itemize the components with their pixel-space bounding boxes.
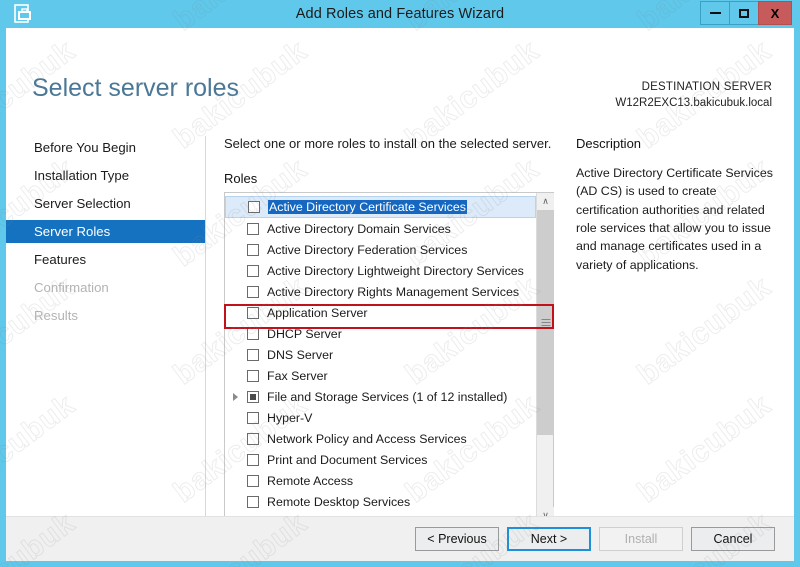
sidebar-item-before-you-begin[interactable]: Before You Begin — [6, 136, 205, 159]
role-checkbox[interactable] — [247, 495, 259, 508]
role-label: Application Server — [267, 305, 368, 320]
sidebar-item-server-roles[interactable]: Server Roles — [6, 220, 205, 243]
roles-list-label: Roles — [224, 171, 258, 186]
role-row[interactable]: Active Directory Lightweight Directory S… — [225, 260, 536, 281]
role-checkbox[interactable] — [247, 222, 259, 235]
destination-server-name: W12R2EXC13.bakicubuk.local — [615, 96, 772, 109]
role-row[interactable]: Print and Document Services — [225, 449, 536, 470]
role-row[interactable]: Hyper-V — [225, 407, 536, 428]
role-row[interactable]: DNS Server — [225, 344, 536, 365]
sidebar-item-confirmation: Confirmation — [34, 280, 109, 295]
role-checkbox[interactable] — [247, 285, 259, 298]
description-panel: Description Active Directory Certificate… — [576, 136, 781, 274]
role-label: Hyper-V — [267, 410, 313, 425]
role-label: Remote Desktop Services — [267, 494, 411, 509]
role-label: Remote Access — [267, 473, 354, 488]
destination-server-block: DESTINATION SERVER W12R2EXC13.bakicubuk.… — [615, 80, 772, 111]
role-checkbox[interactable] — [247, 327, 259, 340]
role-checkbox[interactable] — [247, 243, 259, 256]
role-checkbox[interactable] — [247, 348, 259, 361]
role-label: Active Directory Lightweight Directory S… — [267, 263, 524, 278]
role-label: DNS Server — [267, 347, 334, 362]
role-checkbox[interactable] — [247, 369, 259, 382]
wizard-briefcase-icon — [12, 3, 34, 25]
roles-list-scrollbar[interactable]: ∧ ∨ — [536, 193, 554, 524]
role-row[interactable]: Active Directory Domain Services — [225, 218, 536, 239]
role-label: Network Policy and Access Services — [267, 431, 467, 446]
role-checkbox[interactable] — [247, 264, 259, 277]
role-checkbox[interactable] — [247, 306, 259, 319]
install-button: Install — [599, 527, 683, 551]
cancel-button[interactable]: Cancel — [691, 527, 775, 551]
wizard-body: Select server roles DESTINATION SERVER W… — [6, 28, 794, 561]
roles-list-container: Active Directory Certificate Services Act… — [224, 192, 554, 525]
expand-triangle-icon[interactable] — [233, 392, 238, 401]
role-row[interactable]: DHCP Server — [225, 323, 536, 344]
window-controls: X — [700, 1, 792, 25]
wizard-steps-nav: Before You Begin Installation Type Serve… — [6, 136, 206, 528]
role-label: Active Directory Rights Management Servi… — [267, 284, 520, 299]
wizard-window: Add Roles and Features Wizard X Select s… — [0, 0, 800, 567]
description-text: Active Directory Certificate Services (A… — [576, 166, 773, 272]
sidebar-item-features[interactable]: Features — [6, 248, 205, 271]
window-title: Add Roles and Features Wizard — [295, 6, 505, 22]
minimize-button[interactable] — [700, 1, 730, 25]
main-content: Select one or more roles to install on t… — [224, 136, 558, 525]
role-row[interactable]: Fax Server — [225, 365, 536, 386]
previous-button[interactable]: < Previous — [415, 527, 499, 551]
role-checkbox[interactable] — [247, 411, 259, 424]
page-title: Select server roles — [32, 74, 240, 102]
minimize-icon — [709, 12, 721, 14]
instruction-text: Select one or more roles to install on t… — [224, 136, 552, 151]
role-row[interactable]: File and Storage Services (1 of 12 insta… — [225, 386, 536, 407]
scrollbar-thumb[interactable] — [537, 210, 554, 435]
role-row[interactable]: Application Server — [225, 302, 536, 323]
title-bar: Add Roles and Features Wizard X — [6, 0, 794, 28]
description-title: Description — [576, 136, 642, 151]
role-row[interactable]: Active Directory Federation Services — [225, 239, 536, 260]
role-row[interactable]: Active Directory Rights Management Servi… — [225, 281, 536, 302]
maximize-button[interactable] — [729, 1, 759, 25]
role-checkbox[interactable] — [247, 453, 259, 466]
role-label: File and Storage Services (1 of 12 insta… — [267, 389, 508, 404]
close-button[interactable]: X — [758, 1, 792, 25]
role-label: Print and Document Services — [267, 452, 428, 467]
wizard-footer: < Previous Next > Install Cancel — [6, 516, 794, 561]
sidebar-item-results: Results — [34, 308, 78, 323]
next-button[interactable]: Next > — [507, 527, 591, 551]
sidebar-item-installation-type[interactable]: Installation Type — [6, 164, 205, 187]
role-label: Active Directory Federation Services — [267, 242, 468, 257]
role-checkbox[interactable] — [247, 390, 259, 403]
destination-server-label: DESTINATION SERVER — [641, 81, 772, 93]
role-row[interactable]: Remote Access — [225, 470, 536, 491]
scroll-up-button[interactable]: ∧ — [537, 193, 554, 210]
role-row[interactable]: Active Directory Certificate Services — [225, 196, 536, 218]
role-label: Active Directory Certificate Services — [268, 200, 467, 214]
page-header: Select server roles DESTINATION SERVER W… — [6, 28, 794, 109]
role-label: DHCP Server — [267, 326, 342, 341]
sidebar-item-server-selection[interactable]: Server Selection — [6, 192, 205, 215]
role-row[interactable]: Network Policy and Access Services — [225, 428, 536, 449]
roles-list[interactable]: Active Directory Certificate Services Act… — [225, 193, 536, 524]
role-checkbox[interactable] — [247, 474, 259, 487]
role-checkbox[interactable] — [247, 432, 259, 445]
maximize-icon — [739, 8, 749, 18]
role-checkbox[interactable] — [248, 201, 260, 213]
scrollbar-grip-icon — [541, 318, 550, 327]
role-row[interactable]: Remote Desktop Services — [225, 491, 536, 512]
role-label: Fax Server — [267, 368, 328, 383]
role-label: Active Directory Domain Services — [267, 221, 451, 236]
